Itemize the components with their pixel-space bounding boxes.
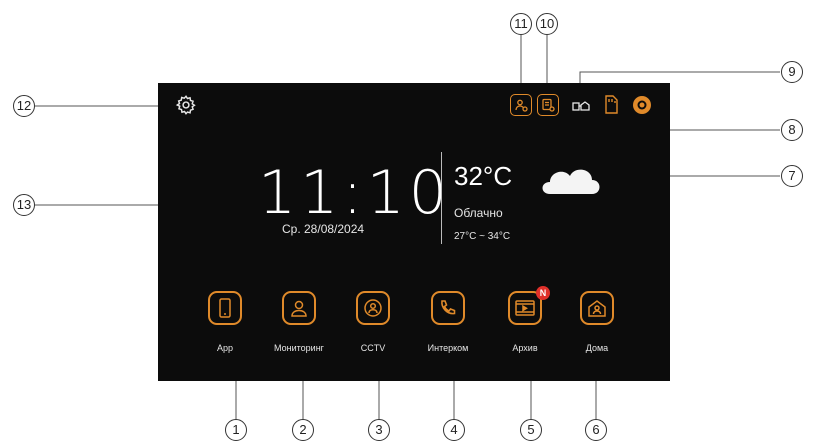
callout-13: 13 xyxy=(13,194,35,216)
clock-date: Ср. 28/08/2024 xyxy=(282,222,365,236)
weather-range: 27°C ~ 34°C xyxy=(454,231,511,242)
phone-icon xyxy=(441,300,456,315)
weather-condition: Облачно xyxy=(454,206,503,220)
callout-5: 5 xyxy=(520,419,542,441)
callout-12: 12 xyxy=(13,95,35,117)
sd-card-icon xyxy=(603,95,619,115)
callout-8: 8 xyxy=(781,119,803,141)
doorbell-person-icon[interactable] xyxy=(510,94,532,116)
divider xyxy=(441,152,442,244)
callout-3: 3 xyxy=(368,419,390,441)
intercom-label: Интерком xyxy=(427,343,469,353)
callout-10: 10 xyxy=(536,13,558,35)
cctv-label: CCTV xyxy=(360,343,386,353)
callout-7: 7 xyxy=(781,165,803,187)
callout-1: 1 xyxy=(225,419,247,441)
clock-time: 11:10 xyxy=(258,158,451,228)
camera-person-icon xyxy=(364,299,382,317)
settings-gear-icon[interactable] xyxy=(175,94,197,116)
callout-2: 2 xyxy=(292,419,314,441)
record-icon xyxy=(632,95,652,115)
intercom-screen xyxy=(158,83,670,381)
message-list-icon[interactable] xyxy=(537,94,559,116)
archive-new-badge: N xyxy=(536,286,550,300)
home-label: Дома xyxy=(585,343,609,353)
callout-6: 6 xyxy=(585,419,607,441)
network-home-icon xyxy=(572,96,592,114)
home-button[interactable] xyxy=(580,291,614,325)
monitoring-label: Мониторинг xyxy=(274,343,324,353)
monitoring-button[interactable] xyxy=(282,291,316,325)
weather-temperature: 32°C xyxy=(454,161,513,191)
video-play-icon xyxy=(515,300,535,316)
app-label: App xyxy=(216,343,233,353)
callout-4: 4 xyxy=(443,419,465,441)
intercom-button[interactable] xyxy=(431,291,465,325)
smartphone-icon xyxy=(219,298,231,318)
archive-label: Архив xyxy=(512,343,538,353)
cloud-icon xyxy=(538,160,602,196)
callout-9: 9 xyxy=(781,61,803,83)
cctv-button[interactable] xyxy=(356,291,390,325)
user-icon xyxy=(291,300,307,317)
home-person-icon xyxy=(588,300,606,317)
app-button[interactable] xyxy=(208,291,242,325)
callout-11: 11 xyxy=(510,13,532,35)
